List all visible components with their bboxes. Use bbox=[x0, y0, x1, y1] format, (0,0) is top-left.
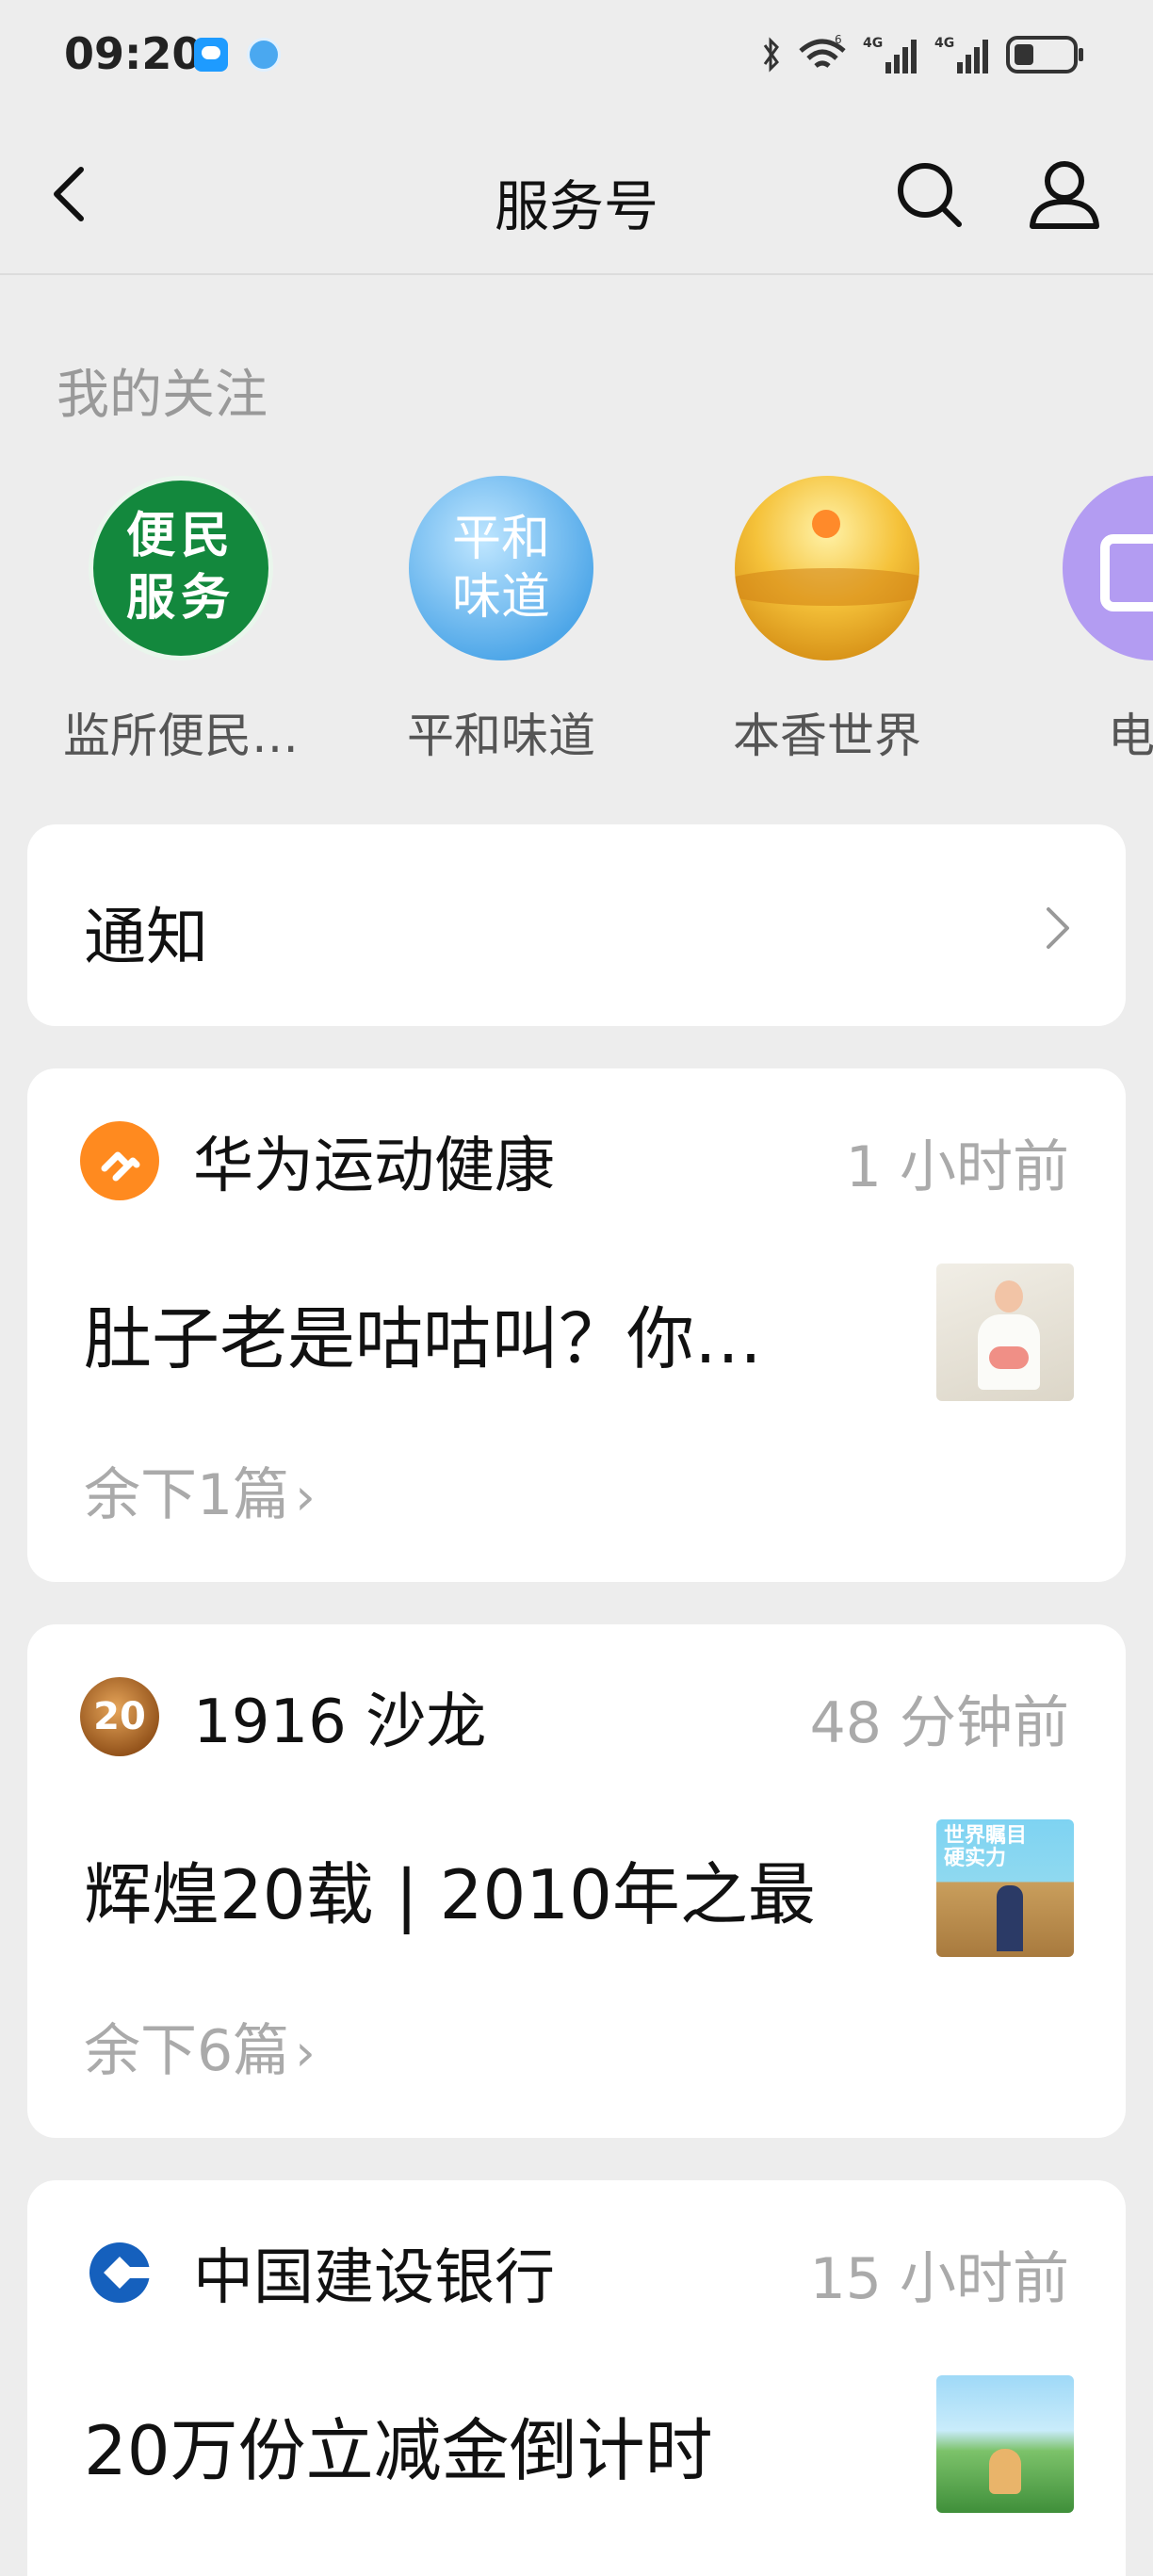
feed-card[interactable]: 中国建设银行 15 小时前 20万份立减金倒计时 bbox=[27, 2180, 1126, 2576]
following-item-name: 电视 bbox=[1108, 709, 1153, 763]
avatar-text: 服务 bbox=[125, 570, 235, 627]
chevron-right-icon bbox=[1047, 907, 1069, 949]
more-articles-label: 余下1篇 bbox=[84, 1462, 290, 1528]
avatar bbox=[735, 476, 919, 660]
thumbnail-caption: 世界瞩目 bbox=[944, 1824, 1028, 1848]
following-section-label: 我的关注 bbox=[57, 365, 268, 426]
account-name: 中国建设银行 bbox=[193, 2243, 555, 2313]
signal-4g-icon: 4G bbox=[863, 36, 917, 73]
following-item-name: 平和味道 bbox=[407, 709, 595, 763]
landscape-icon bbox=[735, 568, 919, 606]
notice-card[interactable]: 通知 bbox=[27, 824, 1126, 1026]
following-item-name: 本香世界 bbox=[733, 709, 921, 763]
article-headline[interactable]: 20万份立减金倒计时 bbox=[84, 2395, 713, 2494]
notice-title: 通知 bbox=[84, 901, 208, 973]
page-title: 服务号 bbox=[494, 174, 658, 238]
article-thumbnail[interactable] bbox=[936, 2375, 1074, 2513]
feed-card[interactable]: 华为运动健康 1 小时前 肚子老是咕咕叫？你… 余下1篇 › bbox=[27, 1068, 1126, 1582]
following-item[interactable]: 便民 服务 监所便民… bbox=[40, 476, 322, 766]
nav-bar: 服务号 bbox=[0, 113, 1153, 275]
ccb-logo-icon bbox=[89, 2242, 152, 2303]
chevron-right-icon: › bbox=[295, 2023, 316, 2082]
following-list: 便民 服务 监所便民… 平和 味道 平和味道 本香世界 电视 bbox=[0, 476, 1153, 777]
avatar bbox=[80, 1121, 159, 1200]
avatar-text: 20 bbox=[93, 1695, 146, 1738]
following-item[interactable]: 电视 bbox=[1014, 476, 1153, 766]
bluetooth-icon bbox=[763, 37, 779, 73]
profile-button[interactable] bbox=[1025, 155, 1104, 234]
more-articles-link[interactable]: 余下1篇 › bbox=[84, 1449, 316, 1531]
timestamp: 1 小时前 bbox=[845, 1134, 1069, 1200]
battery-icon bbox=[1006, 36, 1083, 73]
article-headline[interactable]: 辉煌20载 | 2010年之最 bbox=[84, 1839, 816, 1938]
status-bar: 09:20 6 4G 4G bbox=[0, 0, 1153, 113]
status-time: 09:20 bbox=[64, 28, 203, 79]
following-item-name: 监所便民… bbox=[63, 709, 299, 763]
signal-label-1: 4G bbox=[863, 36, 883, 51]
profile-icon bbox=[1030, 161, 1099, 229]
avatar: 20 bbox=[80, 1677, 159, 1756]
account-name: 华为运动健康 bbox=[193, 1132, 555, 1201]
article-thumbnail[interactable]: 世界瞩目 硬实力 bbox=[936, 1819, 1074, 1957]
avatar bbox=[80, 2233, 159, 2312]
article-thumbnail[interactable] bbox=[936, 1264, 1074, 1401]
following-item[interactable]: 本香世界 bbox=[686, 476, 968, 766]
browser-notification-icon bbox=[247, 38, 281, 72]
chevron-right-icon: › bbox=[295, 1467, 316, 1526]
search-icon bbox=[898, 163, 962, 227]
more-articles-link[interactable]: 余下6篇 › bbox=[84, 2005, 316, 2087]
signal-4g-icon: 4G bbox=[934, 36, 988, 73]
thumbnail-caption: 硬实力 bbox=[944, 1847, 1007, 1870]
avatar: 便民 服务 bbox=[89, 476, 273, 660]
sun-icon bbox=[812, 510, 840, 538]
message-notification-icon bbox=[194, 38, 228, 72]
following-item[interactable]: 平和 味道 平和味道 bbox=[360, 476, 642, 766]
timestamp: 15 小时前 bbox=[809, 2246, 1069, 2312]
account-name: 1916 沙龙 bbox=[193, 1687, 487, 1757]
search-button[interactable] bbox=[889, 155, 968, 234]
tv-icon bbox=[1100, 534, 1153, 611]
wifi-label: 6 bbox=[835, 34, 842, 46]
timestamp: 48 分钟前 bbox=[809, 1690, 1069, 1756]
system-icons: 6 4G 4G bbox=[761, 34, 1085, 75]
article-headline[interactable]: 肚子老是咕咕叫？你… bbox=[84, 1283, 762, 1382]
avatar bbox=[1063, 476, 1153, 660]
signal-label-2: 4G bbox=[934, 36, 954, 51]
avatar-text: 平和 bbox=[451, 511, 550, 567]
feed-card[interactable]: 20 1916 沙龙 48 分钟前 辉煌20载 | 2010年之最 世界瞩目 硬… bbox=[27, 1624, 1126, 2138]
avatar-text: 便民 bbox=[125, 508, 235, 564]
avatar-text: 味道 bbox=[451, 569, 550, 626]
avatar: 平和 味道 bbox=[409, 476, 593, 660]
more-articles-label: 余下6篇 bbox=[84, 2018, 290, 2084]
wifi-icon: 6 bbox=[799, 34, 846, 68]
huawei-health-icon bbox=[101, 1151, 140, 1182]
